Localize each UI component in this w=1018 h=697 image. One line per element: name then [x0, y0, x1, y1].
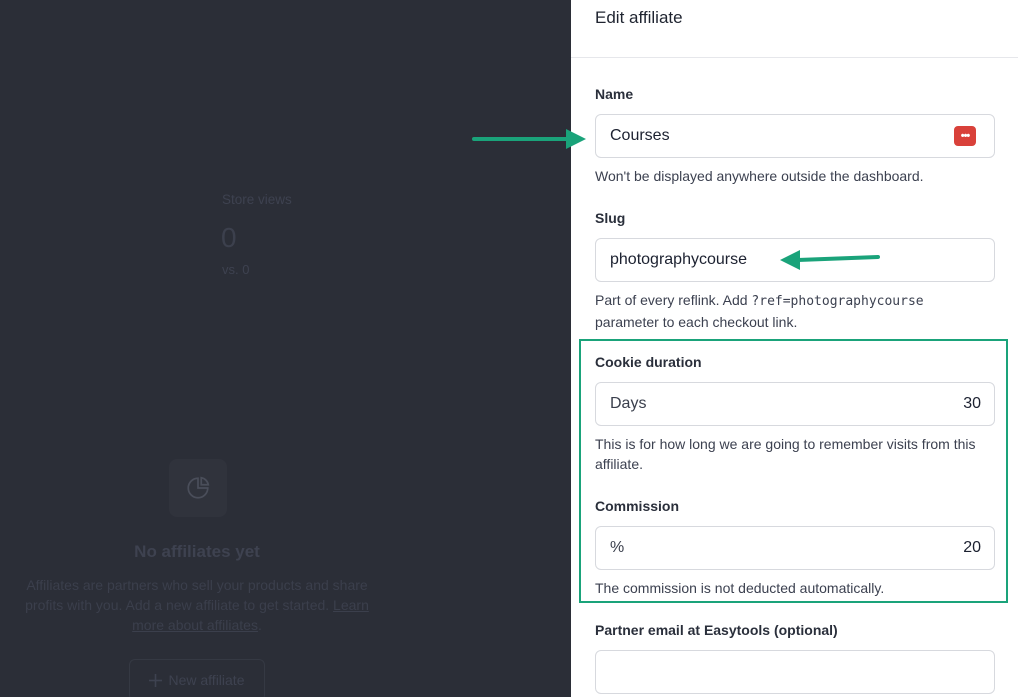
slug-help-suffix: parameter to each checkout link.	[595, 314, 798, 330]
empty-state-description: Affiliates are partners who sell your pr…	[14, 575, 380, 635]
new-affiliate-label: New affiliate	[168, 672, 245, 688]
name-help: Won't be displayed anywhere outside the …	[595, 168, 924, 184]
arrow-to-name-icon	[472, 129, 586, 149]
dashboard-backdrop[interactable]: Store views 0 vs. 0 No affiliates yet Af…	[0, 0, 571, 697]
partner-email-label: Partner email at Easytools (optional)	[595, 622, 838, 638]
pie-chart-icon	[187, 476, 210, 499]
slug-label: Slug	[595, 210, 626, 226]
name-input-value: Courses	[610, 127, 670, 144]
slug-help: Part of every reflink. Add ?ref=photogra…	[595, 290, 999, 332]
store-views-value: 0	[221, 222, 237, 253]
slug-help-prefix: Part of every reflink. Add	[595, 292, 748, 308]
empty-state-period: .	[257, 617, 262, 633]
slug-help-code: ?ref=photographycourse	[751, 294, 924, 309]
highlight-box	[579, 339, 1008, 603]
empty-state-icon-box	[169, 459, 227, 517]
panel-header: Edit affiliate	[571, 0, 1018, 58]
new-affiliate-button[interactable]: New affiliate	[129, 659, 265, 697]
partner-email-input[interactable]	[595, 650, 995, 694]
plus-icon	[149, 673, 163, 687]
name-label: Name	[595, 86, 634, 102]
arrow-to-slug-icon	[780, 250, 880, 270]
empty-state-text: Affiliates are partners who sell your pr…	[25, 577, 368, 613]
slug-input-value: photographycourse	[610, 251, 747, 268]
store-views-label: Store views	[222, 192, 292, 207]
store-views-compare: vs. 0	[222, 262, 250, 277]
name-input[interactable]: Courses •••	[595, 114, 995, 158]
panel-title: Edit affiliate	[595, 8, 683, 27]
empty-state-title: No affiliates yet	[134, 542, 260, 561]
password-manager-icon[interactable]: •••	[954, 126, 976, 146]
